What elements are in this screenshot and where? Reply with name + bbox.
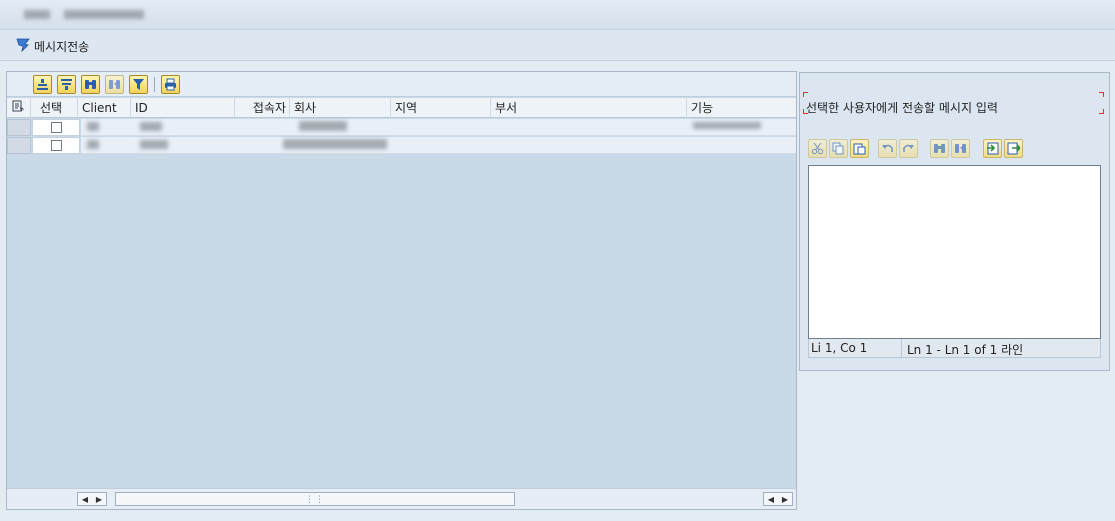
find-next-icon[interactable] — [105, 75, 124, 94]
row-checkbox[interactable] — [50, 122, 62, 133]
scroll-left-right-buttons[interactable]: ◀ ▶ — [77, 492, 107, 506]
column-header-department[interactable]: 부서 — [491, 98, 687, 118]
scroll-left-icon[interactable]: ◀ — [768, 495, 774, 504]
grid-toolbar — [7, 72, 796, 97]
find-next-icon[interactable] — [951, 139, 970, 158]
copy-icon[interactable] — [829, 139, 848, 158]
column-header-region[interactable]: 지역 — [391, 98, 491, 118]
editor-status-bar: Li 1, Co 1 Ln 1 - Ln 1 of 1 라인 — [808, 339, 1101, 358]
column-header-function[interactable]: 기능 — [687, 98, 796, 118]
redacted-cell — [87, 140, 99, 149]
send-icon — [16, 38, 30, 55]
send-message-button[interactable]: 메시지전송 — [16, 37, 89, 55]
print-icon[interactable] — [161, 75, 180, 94]
row-data — [81, 137, 796, 154]
redacted-cell — [87, 122, 99, 131]
row-data — [81, 119, 796, 136]
select-cell — [32, 137, 80, 154]
redacted-cell — [693, 122, 761, 129]
row-selector[interactable] — [7, 137, 31, 154]
message-textarea[interactable] — [808, 165, 1101, 339]
redacted-title-part — [64, 10, 144, 19]
send-message-label: 메시지전송 — [34, 39, 90, 54]
undo-icon[interactable] — [878, 139, 897, 158]
redacted-title — [24, 10, 50, 19]
toolbar-separator — [154, 77, 155, 92]
window-title-bar — [0, 0, 1115, 30]
column-header-client[interactable]: Client — [78, 98, 131, 118]
scrollbar-thumb[interactable]: ⋮⋮ — [115, 492, 515, 506]
column-header-id[interactable]: ID — [131, 98, 235, 118]
export-icon[interactable] — [1004, 139, 1023, 158]
scroll-right-icon[interactable]: ▶ — [96, 495, 102, 504]
select-cell — [32, 119, 80, 136]
line-info: Ln 1 - Ln 1 of 1 라인 — [907, 343, 1024, 357]
paste-icon[interactable] — [850, 139, 869, 158]
redacted-cell — [140, 140, 168, 149]
cut-icon[interactable] — [808, 139, 827, 158]
scroll-left-right-buttons-end[interactable]: ◀ ▶ — [763, 492, 793, 506]
column-header-company[interactable]: 회사 — [290, 98, 391, 118]
redacted-cell — [283, 139, 387, 149]
corner-marker — [803, 92, 808, 97]
application-toolbar: 메시지전송 — [0, 31, 1115, 61]
import-icon[interactable] — [983, 139, 1002, 158]
redacted-cell — [299, 121, 347, 131]
filter-icon[interactable] — [129, 75, 148, 94]
message-input-label: 선택한 사용자에게 전송할 메시지 입력 — [806, 101, 998, 115]
horizontal-scrollbar[interactable]: ◀ ▶ ⋮⋮ ◀ ▶ — [7, 488, 796, 509]
table-row[interactable] — [7, 137, 796, 155]
sort-descending-icon[interactable] — [57, 75, 76, 94]
message-panel: 선택한 사용자에게 전송할 메시지 입력 Li 1, Co 1 Ln 1 - L… — [799, 72, 1110, 371]
content-area: 선택 Client ID 접속자 회사 지역 부서 기능 ◀ ▶ ⋮⋮ ◀ ▶ … — [0, 62, 1115, 521]
row-checkbox[interactable] — [50, 140, 62, 151]
redacted-cell — [140, 122, 162, 131]
column-header-user[interactable]: 접속자 — [235, 98, 290, 118]
cursor-position: Li 1, Co 1 — [811, 341, 868, 355]
select-all-icon[interactable] — [7, 98, 31, 118]
scroll-right-icon[interactable]: ▶ — [782, 495, 788, 504]
column-header-select[interactable]: 선택 — [31, 98, 78, 118]
table-row[interactable] — [7, 119, 796, 137]
status-divider — [901, 339, 902, 357]
scroll-left-icon[interactable]: ◀ — [82, 495, 88, 504]
grid-header: 선택 Client ID 접속자 회사 지역 부서 기능 — [7, 98, 796, 118]
corner-marker — [1099, 109, 1104, 114]
find-icon[interactable] — [81, 75, 100, 94]
row-selector[interactable] — [7, 119, 31, 136]
editor-toolbar — [808, 139, 1108, 161]
sort-ascending-icon[interactable] — [33, 75, 52, 94]
user-list-grid: 선택 Client ID 접속자 회사 지역 부서 기능 ◀ ▶ ⋮⋮ ◀ ▶ — [6, 71, 797, 510]
corner-marker — [1099, 92, 1104, 97]
redo-icon[interactable] — [899, 139, 918, 158]
find-icon[interactable] — [930, 139, 949, 158]
